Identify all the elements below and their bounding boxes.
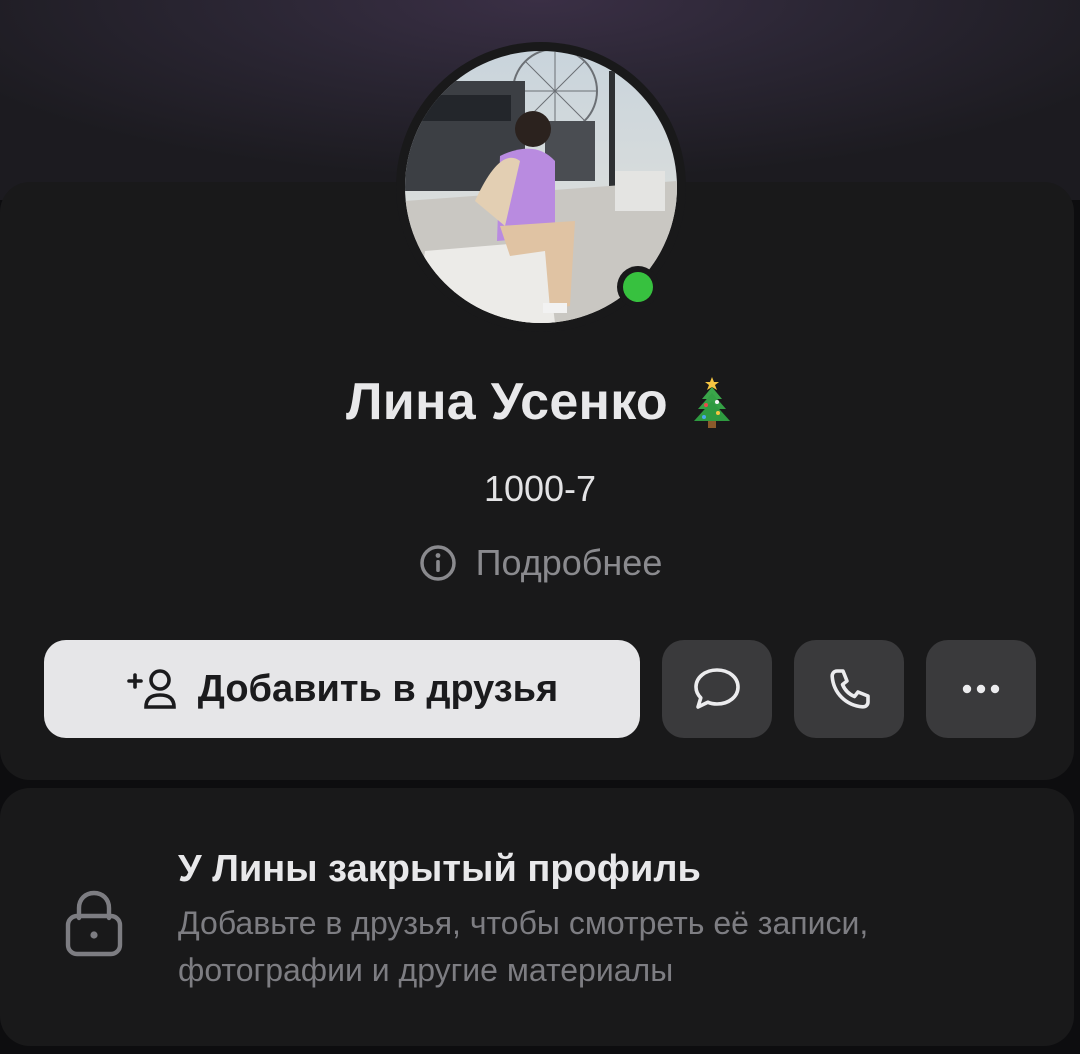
message-button[interactable]	[662, 640, 772, 738]
message-icon	[694, 668, 740, 709]
private-profile-text: Добавьте в друзья, чтобы смотреть её зап…	[178, 905, 869, 988]
phone-icon	[830, 669, 870, 709]
more-button[interactable]	[926, 640, 1036, 738]
add-user-icon	[126, 669, 176, 709]
details-link[interactable]: Подробнее	[0, 542, 1080, 584]
profile-page: Лина Усенко 1000-7 Подробнее Добавить в …	[0, 0, 1080, 1054]
christmas-tree-icon	[693, 377, 730, 428]
private-profile-title: У Лины закрытый профиль	[178, 848, 701, 890]
profile-name: Лина Усенко	[346, 373, 668, 431]
online-indicator	[617, 266, 659, 308]
add-friend-button[interactable]: Добавить в друзья	[44, 640, 640, 738]
call-button[interactable]	[794, 640, 904, 738]
online-dot-fill	[623, 272, 653, 302]
lock-icon	[65, 890, 123, 957]
more-icon	[962, 684, 1000, 694]
details-label: Подробнее	[475, 542, 663, 583]
add-friend-label: Добавить в друзья	[197, 667, 559, 710]
profile-name-row: Лина Усенко	[0, 372, 1080, 432]
private-profile-card: У Лины закрытый профиль Добавьте в друзь…	[0, 788, 1074, 1046]
info-icon	[419, 545, 456, 581]
profile-status: 1000-7	[483, 468, 597, 509]
